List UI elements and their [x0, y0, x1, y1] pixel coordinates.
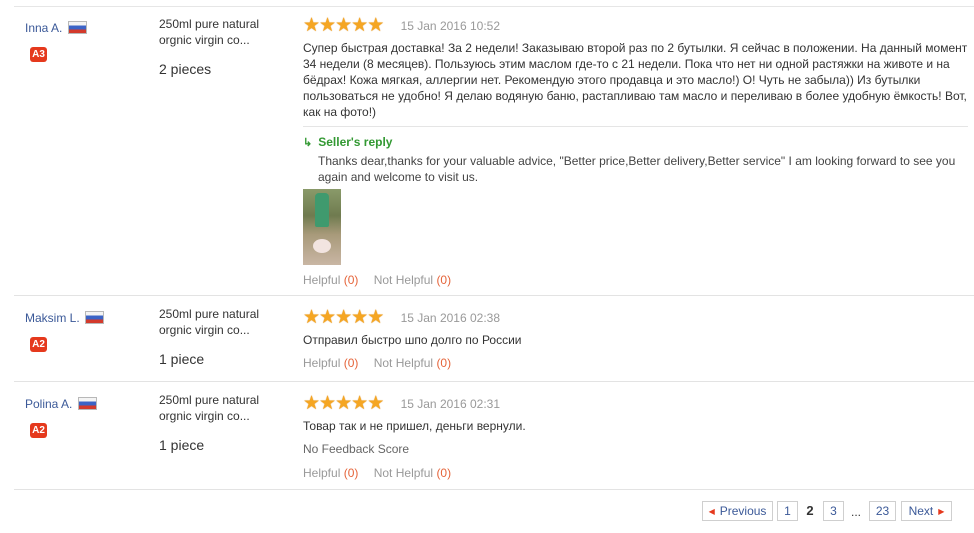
- helpful-row: Helpful (0) Not Helpful (0): [303, 273, 968, 287]
- star-rating: ★★★★★: [303, 15, 384, 36]
- not-helpful-button[interactable]: Not Helpful (0): [374, 356, 451, 370]
- page-link-1[interactable]: 1: [777, 501, 798, 521]
- star-icon: ★: [319, 393, 336, 414]
- not-helpful-label: Not Helpful: [373, 466, 434, 480]
- review-photo-thumbnail[interactable]: [303, 189, 341, 265]
- page-link-23[interactable]: 23: [869, 501, 896, 521]
- previous-label: Previous: [719, 504, 767, 518]
- product-name[interactable]: 250ml pure natural orgnic virgin co...: [159, 306, 289, 338]
- review-date: 15 Jan 2016 02:38: [400, 311, 500, 325]
- russia-flag-icon: [67, 21, 87, 35]
- russia-flag-icon: [77, 397, 97, 411]
- review-item: Polina A. A2 250ml pure natural orgnic v…: [14, 382, 974, 490]
- star-icon: ★: [303, 15, 320, 36]
- review-date: 15 Jan 2016 02:31: [400, 397, 500, 411]
- not-helpful-count: (0): [436, 466, 452, 480]
- triangle-right-icon: ▶: [938, 507, 945, 516]
- star-icon: ★: [319, 307, 336, 328]
- helpful-button[interactable]: Helpful (0): [303, 356, 358, 370]
- russia-flag-icon: [85, 311, 105, 325]
- helpful-row: Helpful (0) Not Helpful (0): [303, 466, 968, 480]
- reply-arrow-icon: ↳: [303, 137, 313, 149]
- pagination-ellipsis: ...: [851, 505, 862, 519]
- next-page-button[interactable]: Next ▶: [901, 501, 952, 521]
- star-icon: ★: [335, 393, 352, 414]
- star-icon: ★: [367, 393, 384, 414]
- review-item: Inna A. A3 250ml pure natural orgnic vir…: [14, 6, 974, 296]
- quantity: 1 piece: [159, 437, 205, 453]
- feedback-text: Супер быстрая доставка! За 2 недели! Зак…: [303, 41, 968, 119]
- helpful-label: Helpful: [303, 273, 341, 287]
- quantity: 2 pieces: [159, 61, 212, 77]
- buyer-name-link[interactable]: Inna A.: [25, 21, 62, 35]
- star-icon: ★: [367, 15, 384, 36]
- rating-row: ★★★★★ 15 Jan 2016 02:31: [303, 393, 968, 414]
- buyer-level-badge: A3: [30, 47, 47, 62]
- product-name[interactable]: 250ml pure natural orgnic virgin co...: [159, 16, 289, 48]
- buyer-name-link[interactable]: Maksim L.: [25, 311, 80, 325]
- star-rating: ★★★★★: [303, 393, 384, 414]
- quantity: 1 piece: [159, 351, 205, 367]
- buyer-info: Maksim L.: [25, 310, 105, 325]
- seller-reply-header: ↳ Seller's reply: [303, 135, 968, 149]
- feedback-text: Отправил быстро шпо долго по России: [303, 333, 522, 347]
- seller-reply-text: Thanks dear,thanks for your valuable adv…: [318, 154, 956, 184]
- helpful-count: (0): [343, 466, 359, 480]
- buyer-level-badge: A2: [30, 423, 47, 438]
- jar-shape: [313, 239, 331, 253]
- feedback-content: ★★★★★ 15 Jan 2016 10:52 Супер быстрая до…: [303, 15, 968, 287]
- triangle-left-icon: ◀: [708, 507, 715, 516]
- star-rating: ★★★★★: [303, 307, 384, 328]
- not-helpful-count: (0): [436, 356, 452, 370]
- feedback-content: ★★★★★ 15 Jan 2016 02:38 Отправил быстро …: [303, 307, 968, 370]
- reply-divider: [303, 126, 968, 127]
- product-info: 250ml pure natural orgnic virgin co...: [159, 306, 289, 338]
- helpful-label: Helpful: [303, 466, 341, 480]
- no-feedback-score: No Feedback Score: [303, 442, 410, 456]
- helpful-button[interactable]: Helpful (0): [303, 466, 358, 480]
- helpful-label: Helpful: [303, 356, 341, 370]
- product-info: 250ml pure natural orgnic virgin co...: [159, 16, 289, 48]
- next-label: Next: [908, 504, 934, 518]
- not-helpful-button[interactable]: Not Helpful (0): [374, 466, 451, 480]
- star-icon: ★: [303, 307, 320, 328]
- current-page: 2: [806, 503, 814, 518]
- star-icon: ★: [351, 15, 368, 36]
- buyer-info: Polina A.: [25, 396, 97, 411]
- helpful-button[interactable]: Helpful (0): [303, 273, 358, 287]
- star-icon: ★: [303, 393, 320, 414]
- previous-page-button[interactable]: ◀ Previous: [702, 501, 773, 521]
- not-helpful-label: Not Helpful: [373, 356, 434, 370]
- rating-row: ★★★★★ 15 Jan 2016 10:52: [303, 15, 968, 36]
- feedback-text: Товар так и не пришел, деньги вернули.: [303, 419, 526, 433]
- review-item: Maksim L. A2 250ml pure natural orgnic v…: [14, 296, 974, 382]
- star-icon: ★: [335, 307, 352, 328]
- helpful-row: Helpful (0) Not Helpful (0): [303, 356, 968, 370]
- helpful-count: (0): [343, 356, 359, 370]
- not-helpful-count: (0): [436, 273, 452, 287]
- product-info: 250ml pure natural orgnic virgin co...: [159, 392, 289, 424]
- not-helpful-button[interactable]: Not Helpful (0): [374, 273, 451, 287]
- rating-row: ★★★★★ 15 Jan 2016 02:38: [303, 307, 968, 328]
- buyer-level-badge: A2: [30, 337, 47, 352]
- page-link-3[interactable]: 3: [823, 501, 844, 521]
- star-icon: ★: [351, 393, 368, 414]
- review-date: 15 Jan 2016 10:52: [400, 19, 500, 33]
- buyer-info: Inna A.: [25, 20, 87, 35]
- star-icon: ★: [319, 15, 336, 36]
- star-icon: ★: [367, 307, 384, 328]
- not-helpful-label: Not Helpful: [373, 273, 434, 287]
- star-icon: ★: [351, 307, 368, 328]
- star-icon: ★: [335, 15, 352, 36]
- feedback-content: ★★★★★ 15 Jan 2016 02:31 Товар так и не п…: [303, 393, 968, 480]
- bottle-shape: [315, 193, 329, 227]
- buyer-name-link[interactable]: Polina A.: [25, 397, 72, 411]
- product-name[interactable]: 250ml pure natural orgnic virgin co...: [159, 392, 289, 424]
- helpful-count: (0): [343, 273, 359, 287]
- seller-reply-title: Seller's reply: [318, 135, 393, 149]
